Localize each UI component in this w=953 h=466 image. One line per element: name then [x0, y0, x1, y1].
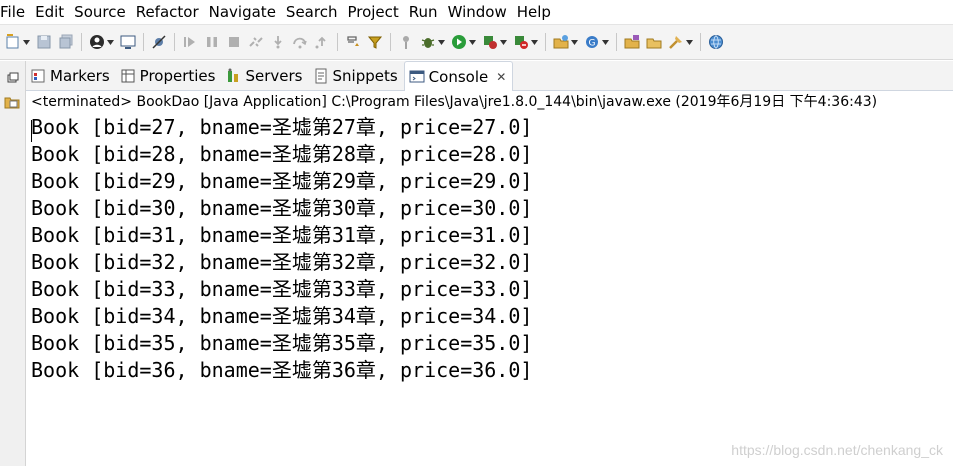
console-icon	[409, 69, 425, 85]
open-task-icon[interactable]	[646, 34, 662, 50]
new-project-dropdown-icon[interactable]	[571, 34, 578, 50]
resume-icon[interactable]	[182, 34, 198, 50]
tab-markers-label: Markers	[50, 66, 110, 85]
external-tools-icon[interactable]	[513, 34, 529, 50]
new-icon[interactable]	[5, 34, 21, 50]
toolbar-separator	[616, 33, 617, 51]
search-dropdown-icon[interactable]	[686, 34, 693, 50]
console-line: Book [bid=28, bname=圣墟第28章, price=28.0]	[31, 142, 533, 166]
menu-help[interactable]: Help	[517, 0, 559, 24]
debug-icon[interactable]	[420, 34, 436, 50]
console-line: Book [bid=33, bname=圣墟第33章, price=33.0]	[31, 277, 533, 301]
menu-project[interactable]: Project	[347, 0, 406, 24]
markers-icon	[30, 68, 46, 84]
step-over-icon[interactable]	[292, 34, 308, 50]
suspend-icon[interactable]	[204, 34, 220, 50]
menu-edit[interactable]: Edit	[35, 0, 72, 24]
toolbar-separator	[143, 33, 144, 51]
disconnect-icon[interactable]	[248, 34, 264, 50]
svg-text:G: G	[589, 39, 596, 49]
skip-breakpoints-icon[interactable]	[151, 34, 167, 50]
tab-console[interactable]: Console ✕	[403, 61, 514, 91]
console-line: Book [bid=34, bname=圣墟第34章, price=34.0]	[31, 304, 533, 328]
run-dropdown-icon[interactable]	[469, 34, 476, 50]
close-icon[interactable]: ✕	[496, 70, 506, 84]
new-class-dropdown-icon[interactable]	[602, 34, 609, 50]
view-tab-bar: Markers Properties Servers Snippets Cons…	[26, 61, 953, 91]
console-line: Book [bid=32, bname=圣墟第32章, price=32.0]	[31, 250, 533, 274]
external-tools-dropdown-icon[interactable]	[531, 34, 538, 50]
use-step-filters-icon[interactable]	[367, 34, 383, 50]
toolbar-separator	[174, 33, 175, 51]
menu-navigate[interactable]: Navigate	[209, 0, 284, 24]
drop-to-frame-icon[interactable]	[345, 34, 361, 50]
menu-bar: File Edit Source Refactor Navigate Searc…	[0, 0, 953, 24]
package-explorer-icon[interactable]	[4, 94, 20, 110]
tab-markers[interactable]: Markers	[26, 61, 116, 90]
console-line: Book [bid=31, bname=圣墟第31章, price=31.0]	[31, 223, 533, 247]
console-status-line: <terminated> BookDao [Java Application] …	[26, 91, 953, 114]
console-line: Book [bid=27, bname=圣墟第27章, price=27.0]	[31, 115, 533, 139]
restore-icon[interactable]	[4, 71, 20, 87]
toolbar-separator	[390, 33, 391, 51]
tab-snippets-label: Snippets	[332, 66, 398, 85]
step-return-icon[interactable]	[314, 34, 330, 50]
pin-icon[interactable]	[398, 34, 414, 50]
new-java-project-icon[interactable]	[553, 34, 569, 50]
properties-icon	[120, 68, 136, 84]
coverage-dropdown-icon[interactable]	[500, 34, 507, 50]
new-dropdown-icon[interactable]	[23, 34, 30, 50]
toolbar-separator	[545, 33, 546, 51]
console-line: Book [bid=30, bname=圣墟第30章, price=30.0]	[31, 196, 533, 220]
user-dropdown-icon[interactable]	[107, 34, 114, 50]
tab-properties-label: Properties	[139, 66, 216, 85]
tab-console-label: Console	[428, 67, 489, 86]
servers-icon	[225, 68, 241, 84]
coverage-icon[interactable]	[482, 34, 498, 50]
console-line: Book [bid=29, bname=圣墟第29章, price=29.0]	[31, 169, 533, 193]
console-line: Book [bid=35, bname=圣墟第35章, price=35.0]	[31, 331, 533, 355]
save-icon[interactable]	[36, 34, 52, 50]
toolbar-separator	[700, 33, 701, 51]
console-line: Book [bid=36, bname=圣墟第36章, price=36.0]	[31, 358, 533, 382]
menu-run[interactable]: Run	[409, 0, 446, 24]
globe-icon[interactable]	[708, 34, 724, 50]
user-icon[interactable]	[89, 34, 105, 50]
menu-file[interactable]: File	[0, 0, 33, 24]
terminate-icon[interactable]	[226, 34, 242, 50]
tab-servers[interactable]: Servers	[221, 61, 308, 90]
run-icon[interactable]	[451, 34, 467, 50]
menu-window[interactable]: Window	[448, 0, 515, 24]
console-output[interactable]: Book [bid=27, bname=圣墟第27章, price=27.0] …	[26, 114, 953, 466]
main-toolbar: G	[0, 24, 953, 60]
tab-snippets[interactable]: Snippets	[309, 61, 404, 90]
menu-source[interactable]: Source	[74, 0, 134, 24]
toolbar-separator	[81, 33, 82, 51]
new-package-icon[interactable]: G	[584, 34, 600, 50]
open-type-icon[interactable]	[624, 34, 640, 50]
tab-servers-label: Servers	[245, 66, 303, 85]
watermark: https://blog.csdn.net/chenkang_ck	[731, 442, 943, 458]
toolbar-separator	[337, 33, 338, 51]
left-trim-stack	[0, 61, 26, 466]
menu-search[interactable]: Search	[286, 0, 346, 24]
step-into-icon[interactable]	[270, 34, 286, 50]
snippets-icon	[313, 68, 329, 84]
tab-properties[interactable]: Properties	[116, 61, 222, 90]
save-all-icon[interactable]	[58, 34, 74, 50]
search-icon[interactable]	[668, 34, 684, 50]
debug-dropdown-icon[interactable]	[438, 34, 445, 50]
terminal-icon[interactable]	[120, 34, 136, 50]
menu-refactor[interactable]: Refactor	[136, 0, 207, 24]
